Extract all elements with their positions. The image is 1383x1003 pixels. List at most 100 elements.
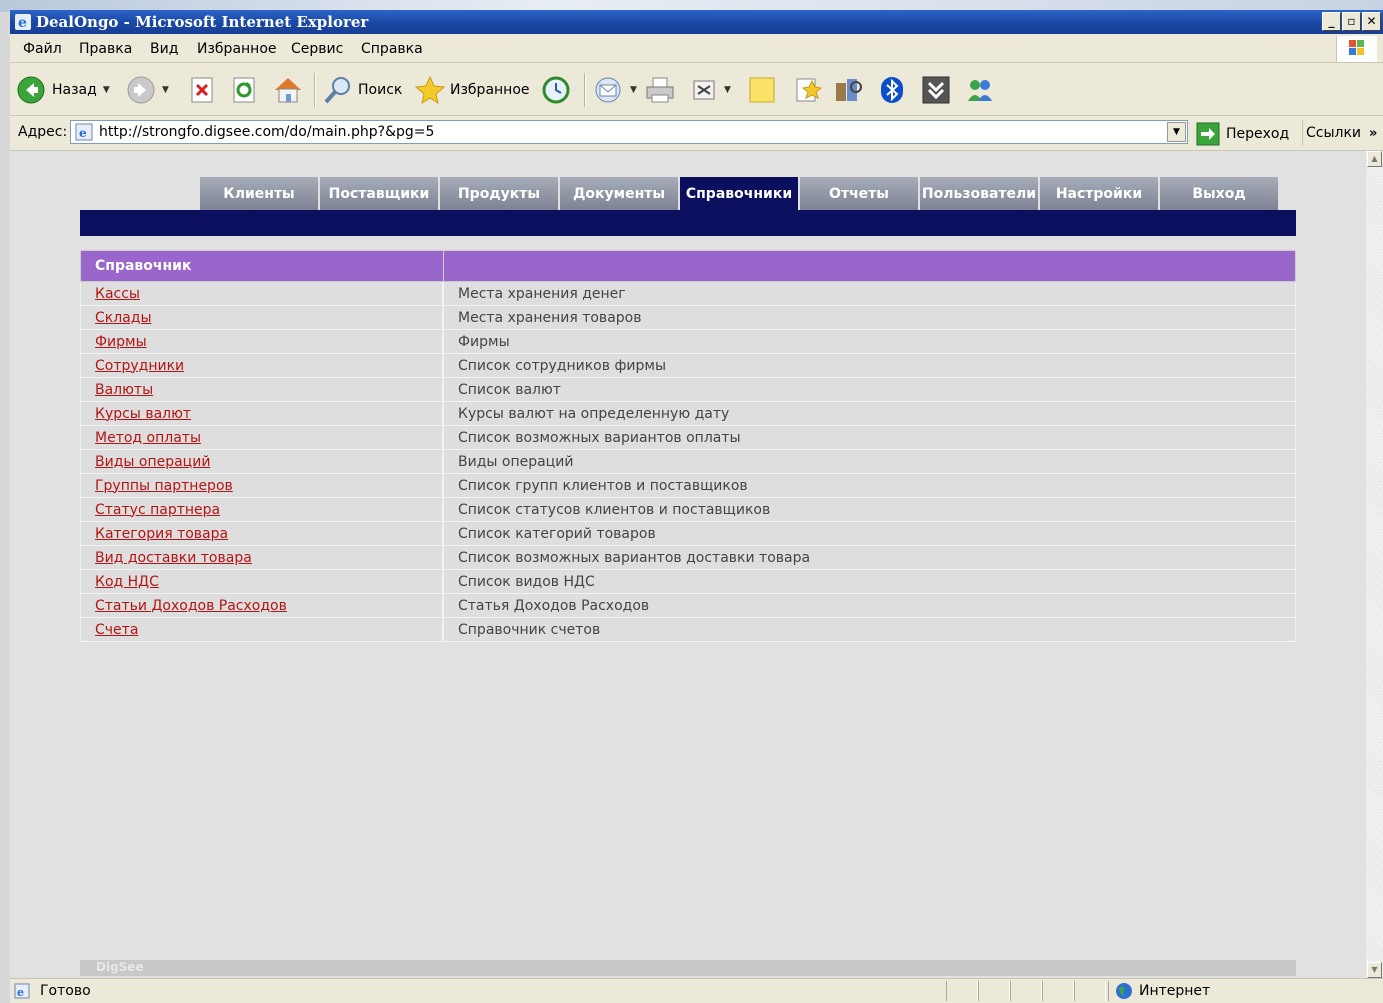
row-name-cell: Кассы — [80, 282, 444, 306]
chevron-right-icon: » — [1369, 126, 1378, 141]
discuss-button[interactable] — [746, 75, 778, 105]
stop-button[interactable] — [190, 75, 216, 105]
directory-link[interactable]: Вид доставки товара — [95, 550, 252, 566]
row-name-cell: Категория товара — [80, 522, 444, 546]
directory-link[interactable]: Метод оплаты — [95, 430, 201, 446]
search-button[interactable]: Поиск — [322, 75, 402, 105]
row-description: Места хранения товаров — [444, 306, 1296, 330]
tab-clients[interactable]: Клиенты — [200, 177, 318, 210]
print-button[interactable] — [644, 75, 676, 105]
directory-link[interactable]: Статус партнера — [95, 502, 220, 518]
history-icon — [542, 76, 570, 104]
contacts-icon — [968, 80, 992, 101]
back-dropdown-icon[interactable]: ▼ — [103, 85, 110, 95]
directory-link[interactable]: Кассы — [95, 286, 140, 302]
contacts-button[interactable] — [964, 75, 996, 105]
directory-link[interactable]: Статьи Доходов Расходов — [95, 598, 287, 614]
status-text: Готово — [40, 983, 91, 999]
menu-view[interactable]: Вид — [150, 41, 178, 57]
vertical-scrollbar[interactable]: ▲ ▼ — [1366, 151, 1383, 978]
toolbar: Назад ▼ ▼ Поиск Избранное ▼ ▼ — [10, 63, 1383, 116]
row-description: Список возможных вариантов оплаты — [444, 426, 1296, 450]
address-input[interactable]: e http://strongfo.digsee.com/do/main.php… — [70, 120, 1188, 144]
row-description: Курсы валют на определенную дату — [444, 402, 1296, 426]
table-row: Виды операций Виды операций — [80, 450, 1296, 474]
forward-dropdown-icon[interactable]: ▼ — [162, 85, 169, 95]
header-blank — [444, 250, 1296, 282]
home-button[interactable] — [272, 75, 304, 105]
mail-dropdown-icon[interactable]: ▼ — [630, 85, 637, 95]
tool-button[interactable] — [920, 75, 952, 105]
mail-button[interactable]: ▼ — [592, 75, 637, 105]
back-arrow-icon — [17, 76, 45, 104]
tab-directories[interactable]: Справочники — [680, 177, 798, 210]
note-icon — [749, 77, 775, 103]
back-button[interactable]: Назад ▼ — [16, 75, 110, 105]
nav-strip — [80, 210, 1296, 236]
refresh-button[interactable] — [232, 75, 258, 105]
address-label: Адрес: — [18, 124, 68, 140]
directory-link[interactable]: Категория товара — [95, 526, 228, 542]
tab-reports[interactable]: Отчеты — [800, 177, 918, 210]
menu-edit[interactable]: Правка — [79, 41, 132, 57]
main-nav: Клиенты Поставщики Продукты Документы Сп… — [200, 177, 1278, 210]
research-button[interactable] — [832, 75, 864, 105]
status-segment — [978, 981, 1010, 1001]
footer-brand: DigSee — [96, 960, 144, 974]
tab-exit[interactable]: Выход — [1160, 177, 1278, 210]
row-description: Список статусов клиентов и поставщиков — [444, 498, 1296, 522]
address-dropdown-icon[interactable]: ▼ — [1167, 122, 1186, 142]
scroll-up-icon[interactable]: ▲ — [1367, 151, 1382, 167]
edit-dropdown-icon[interactable]: ▼ — [724, 85, 731, 95]
tab-suppliers[interactable]: Поставщики — [320, 177, 438, 210]
directory-link[interactable]: Курсы валют — [95, 406, 191, 422]
forward-button[interactable]: ▼ — [126, 75, 169, 105]
forward-arrow-icon — [127, 76, 155, 104]
directory-link[interactable]: Сотрудники — [95, 358, 184, 374]
edit-button[interactable]: ▼ — [690, 75, 731, 105]
menu-help[interactable]: Справка — [361, 41, 423, 57]
links-button[interactable]: Ссылки » — [1302, 120, 1377, 146]
directory-link[interactable]: Группы партнеров — [95, 478, 233, 494]
row-description: Список видов НДС — [444, 570, 1296, 594]
tab-settings[interactable]: Настройки — [1040, 177, 1158, 210]
status-bar: e Готово Интернет — [10, 978, 1383, 1003]
home-icon — [275, 78, 301, 103]
minimize-button[interactable]: _ — [1322, 12, 1341, 31]
directory-link[interactable]: Код НДС — [95, 574, 159, 590]
directory-link[interactable]: Фирмы — [95, 334, 147, 350]
favorites-button[interactable]: Избранное — [414, 75, 530, 105]
close-button[interactable]: ✕ — [1362, 12, 1381, 31]
row-name-cell: Группы партнеров — [80, 474, 444, 498]
maximize-button[interactable]: ▫ — [1342, 12, 1361, 31]
history-button[interactable] — [540, 75, 572, 105]
go-arrow-icon — [1196, 122, 1220, 146]
table-row: Склады Места хранения товаров — [80, 306, 1296, 330]
printer-icon — [646, 77, 674, 103]
tab-documents[interactable]: Документы — [560, 177, 678, 210]
table-row: Курсы валют Курсы валют на определенную д… — [80, 402, 1296, 426]
table-row: Категория товара Список категорий товаров — [80, 522, 1296, 546]
row-description: Список групп клиентов и поставщиков — [444, 474, 1296, 498]
menu-file[interactable]: Файл — [23, 41, 62, 57]
directory-link[interactable]: Валюты — [95, 382, 153, 398]
go-button[interactable]: Переход — [1196, 122, 1289, 146]
favorites-label: Избранное — [450, 82, 530, 98]
tab-products[interactable]: Продукты — [440, 177, 558, 210]
search-label: Поиск — [358, 82, 403, 98]
windows-logo-icon — [1336, 36, 1377, 62]
tab-users[interactable]: Пользователи — [920, 177, 1038, 210]
row-name-cell: Счета — [80, 618, 444, 642]
directory-link[interactable]: Счета — [95, 622, 138, 638]
bluetooth-button[interactable] — [876, 75, 908, 105]
menu-tools[interactable]: Сервис — [291, 41, 343, 57]
messenger-button[interactable] — [792, 75, 824, 105]
directory-table: Справочник Кассы Места хранения денег Скла… — [80, 250, 1296, 642]
scroll-down-icon[interactable]: ▼ — [1367, 962, 1382, 978]
row-description: Статья Доходов Расходов — [444, 594, 1296, 618]
menu-favorites[interactable]: Избранное — [197, 41, 277, 57]
directory-link[interactable]: Склады — [95, 310, 152, 326]
row-description: Места хранения денег — [444, 282, 1296, 306]
row-name-cell: Вид доставки товара — [80, 546, 444, 570]
directory-link[interactable]: Виды операций — [95, 454, 210, 470]
